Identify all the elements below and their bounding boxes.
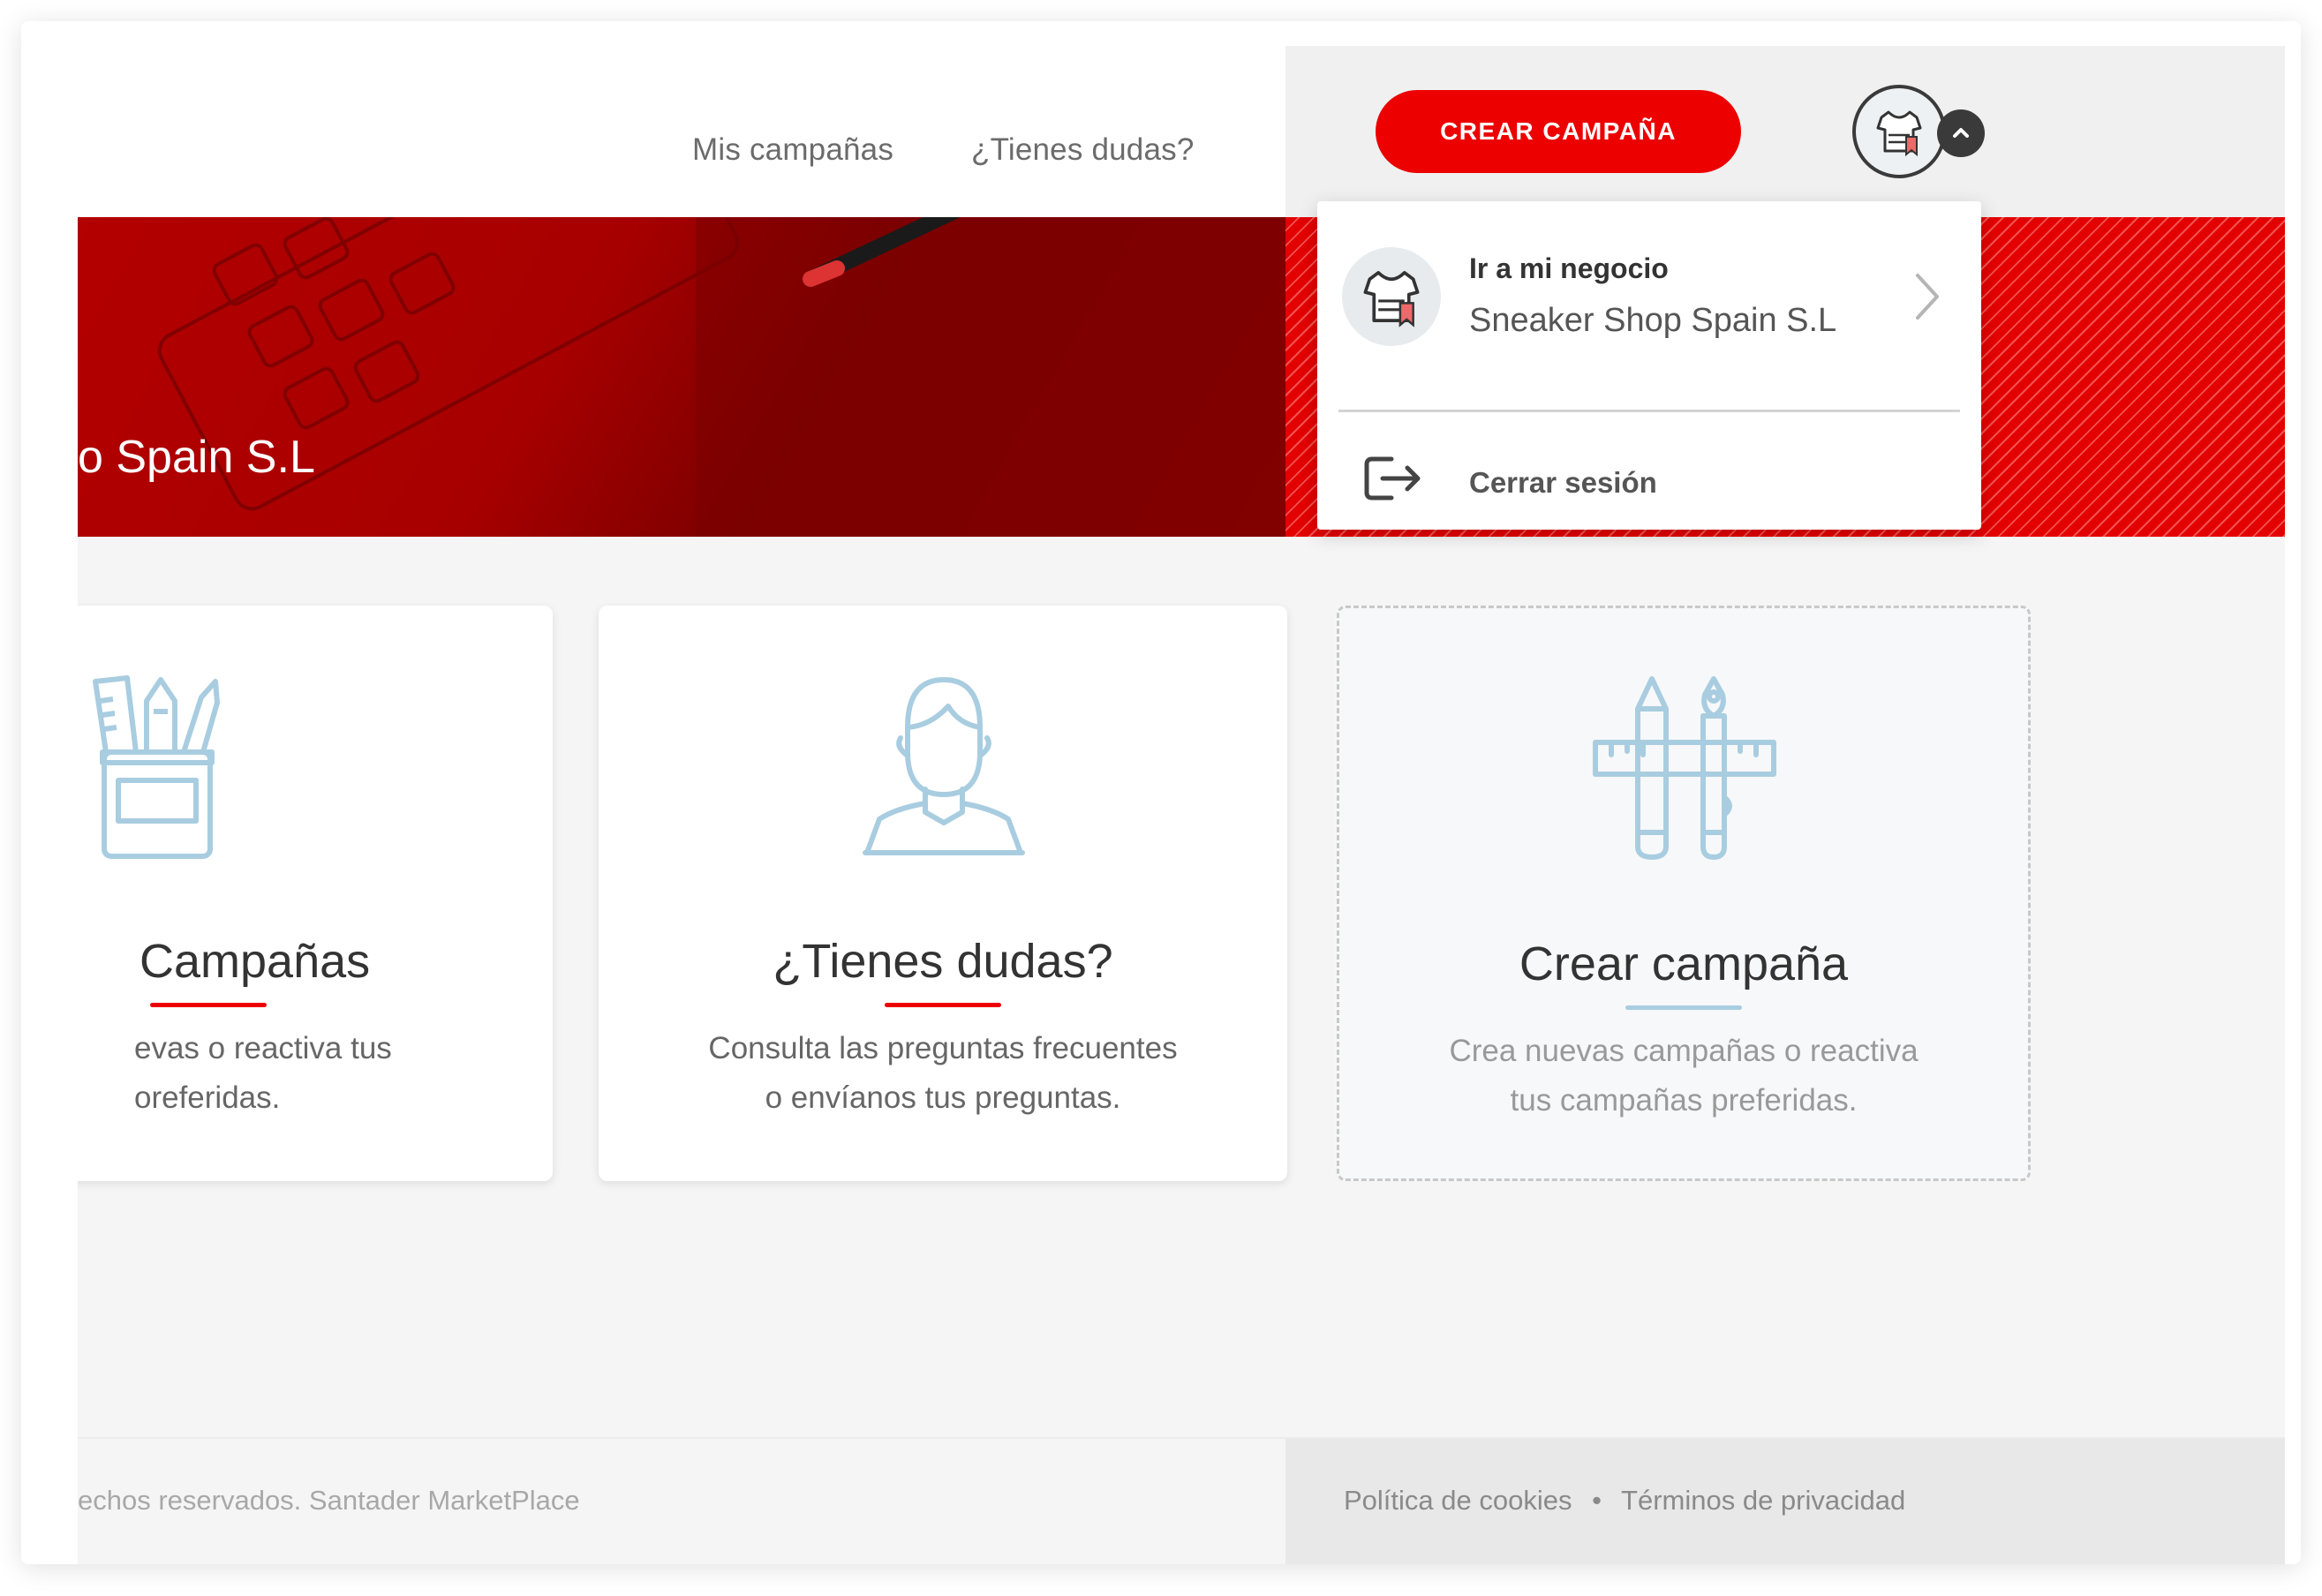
nav-questions-link[interactable]: ¿Tienes dudas? [971,132,1194,168]
chevron-up-icon [1953,128,1969,138]
user-dropdown-menu: Ir a mi negocio Sneaker Shop Spain S.L C… [1317,201,1981,530]
campaigns-card[interactable]: Campañas evas o reactiva tus oreferidas. [78,606,553,1181]
campaigns-card-desc-line1: evas o reactiva tus [134,1031,392,1065]
footer-links: Política de cookies • Términos de privac… [1344,1485,1905,1517]
questions-card-desc-line1: Consulta las preguntas frecuentes [708,1031,1178,1065]
banner-business-name: o Spain S.L [78,432,315,483]
chevron-right-icon [1916,274,1939,320]
menu-toggle-button[interactable] [1937,109,1985,157]
keyboard-illustration [157,217,1285,537]
go-to-business-item[interactable]: Ir a mi negocio Sneaker Shop Spain S.L [1317,201,1981,388]
logout-label: Cerrar sesión [1469,466,1657,499]
business-name: Sneaker Shop Spain S.L [1469,302,1837,339]
card-underline [1625,1005,1742,1010]
logout-item[interactable]: Cerrar sesión [1317,424,1981,530]
questions-card[interactable]: ¿Tienes dudas? Consulta las preguntas fr… [599,606,1287,1181]
card-underline [885,1003,1001,1007]
create-campaign-card-title: Crear campaña [1519,937,1849,990]
design-tools-icon [1593,676,1776,860]
campaigns-card-title: Campañas [139,935,371,988]
campaigns-card-desc-line2: oreferidas. [134,1080,281,1115]
privacy-terms-link[interactable]: Términos de privacidad [1621,1485,1905,1516]
nav-my-campaigns-link[interactable]: Mis campañas [692,132,893,168]
questions-card-title: ¿Tienes dudas? [773,935,1113,988]
campaigns-card-desc: evas o reactiva tus oreferidas. [134,1024,392,1123]
banner-photo [78,217,1285,537]
avatar [1852,85,1946,178]
create-campaign-card-desc-line1: Crea nuevas campañas o reactiva [1449,1034,1919,1068]
create-campaign-card-desc-line2: tus campañas preferidas. [1510,1083,1858,1118]
card-underline [150,1003,267,1007]
person-icon [863,677,1025,855]
go-to-business-label: Ir a mi negocio [1469,252,1669,284]
tshirt-icon [1876,110,1922,157]
app-window: Mis campañas ¿Tienes dudas? CREAR CAMPAÑ… [21,21,2301,1564]
footer-copyright: echos reservados. Santader MarketPlace [78,1485,580,1516]
tshirt-icon [1363,271,1420,327]
user-avatar-button[interactable] [1852,85,1946,178]
logout-icon [1364,456,1421,501]
page-footer: echos reservados. Santader MarketPlace P… [78,1437,2285,1564]
create-campaign-card-desc: Crea nuevas campañas o reactiva tus camp… [1339,1027,2028,1125]
pencil-cup-icon [93,675,220,859]
page-viewport: Mis campañas ¿Tienes dudas? CREAR CAMPAÑ… [78,21,2285,1564]
business-avatar [1342,247,1441,346]
footer-separator: • [1592,1485,1602,1516]
create-campaign-card[interactable]: Crear campaña Crea nuevas campañas o rea… [1337,606,2031,1181]
top-header: Mis campañas ¿Tienes dudas? CREAR CAMPAÑ… [78,21,2285,217]
questions-card-desc-line2: o envíanos tus preguntas. [765,1080,1121,1115]
dropdown-divider [1338,410,1960,412]
questions-card-desc: Consulta las preguntas frecuentes o enví… [599,1024,1287,1123]
create-campaign-button[interactable]: CREAR CAMPAÑA [1376,90,1741,173]
cookies-policy-link[interactable]: Política de cookies [1344,1485,1572,1516]
